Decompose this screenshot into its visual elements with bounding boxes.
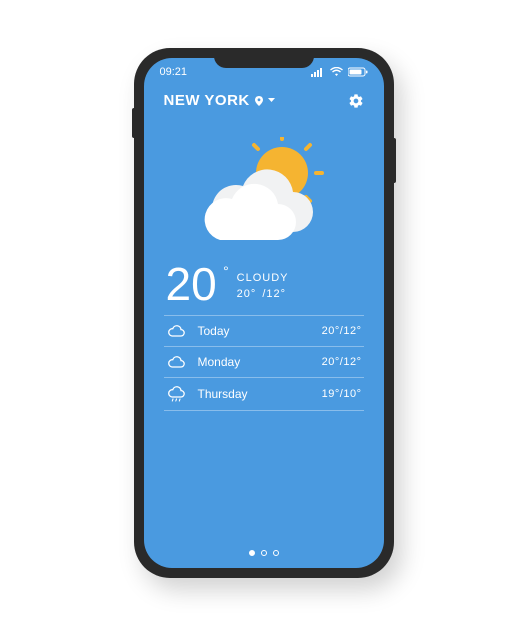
rain-cloud-icon <box>166 386 186 402</box>
cloud-icon <box>166 324 186 338</box>
app-screen: 09:21 <box>144 58 384 568</box>
page-dot-active[interactable] <box>249 550 255 556</box>
partly-cloudy-icon <box>194 137 334 247</box>
status-icons <box>311 67 368 77</box>
location-selector[interactable]: NEW YORK <box>164 92 275 109</box>
degree-symbol: ° <box>223 264 229 278</box>
cloud-icon <box>166 355 186 369</box>
header: NEW YORK <box>144 82 384 115</box>
forecast-list: Today 20°/12° Monday 20°/12° Thursday 19… <box>144 315 384 411</box>
forecast-row[interactable]: Today 20°/12° <box>164 315 364 346</box>
notch <box>214 48 314 68</box>
battery-icon <box>348 67 368 77</box>
forecast-low: /12° <box>340 325 362 337</box>
city-name: NEW YORK <box>164 92 250 109</box>
forecast-low: /10° <box>340 388 362 400</box>
page-dot[interactable] <box>273 550 279 556</box>
current-high: 20° <box>237 287 257 302</box>
page-indicator[interactable] <box>144 536 384 568</box>
settings-gear-icon[interactable] <box>348 93 364 109</box>
signal-icon <box>311 67 325 77</box>
forecast-high: 20° <box>322 325 340 337</box>
temp-value: 20 <box>166 258 217 310</box>
current-temp: 20 ° <box>166 261 217 307</box>
current-conditions: 20 ° CLOUDY 20°/12° <box>144 261 384 315</box>
current-low: /12° <box>262 287 286 302</box>
forecast-day: Today <box>198 324 310 338</box>
clock: 09:21 <box>160 66 188 78</box>
page-dot[interactable] <box>261 550 267 556</box>
forecast-row[interactable]: Thursday 19°/10° <box>164 377 364 411</box>
forecast-day: Monday <box>198 355 310 369</box>
chevron-down-icon <box>268 98 275 103</box>
hero-weather-icon <box>144 115 384 261</box>
forecast-high: 19° <box>322 388 340 400</box>
forecast-row[interactable]: Monday 20°/12° <box>164 346 364 377</box>
forecast-day: Thursday <box>198 387 310 401</box>
forecast-high: 20° <box>322 356 340 368</box>
wifi-icon <box>330 67 343 77</box>
condition-label: CLOUDY <box>237 271 289 286</box>
current-meta: CLOUDY 20° /12° <box>225 271 289 307</box>
location-pin-icon <box>255 96 263 106</box>
forecast-low: /12° <box>340 356 362 368</box>
phone-frame: 09:21 <box>134 48 394 578</box>
